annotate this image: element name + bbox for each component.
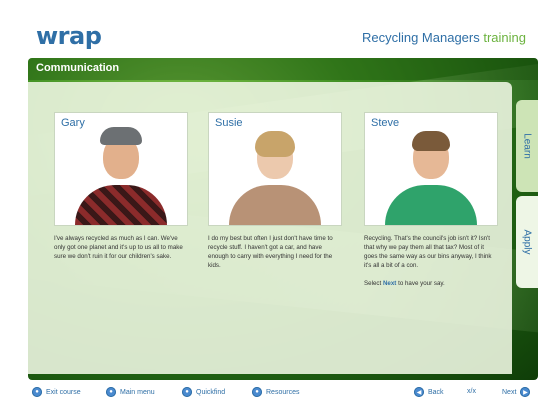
section-header: Communication bbox=[28, 58, 538, 80]
menu-icon: ● bbox=[106, 387, 116, 397]
quickfind-button[interactable]: ● Quickfind bbox=[182, 387, 225, 397]
app-title: Recycling Managers training bbox=[362, 30, 526, 45]
content-area: Gary I've always recycled as much as I c… bbox=[28, 82, 512, 374]
wrap-logo: wrap bbox=[36, 22, 102, 50]
tab-apply[interactable]: Apply bbox=[516, 196, 538, 288]
next-hint: Next bbox=[382, 280, 397, 287]
person-card-steve: Steve Recycling. That's the council's jo… bbox=[364, 112, 498, 288]
next-icon: ▶ bbox=[520, 387, 531, 397]
quickfind-icon: ● bbox=[182, 387, 192, 397]
person-quote: I've always recycled as much as I can. W… bbox=[54, 235, 183, 260]
person-name: Gary bbox=[61, 117, 85, 129]
person-photo: Steve bbox=[364, 112, 498, 226]
person-card-gary: Gary I've always recycled as much as I c… bbox=[54, 112, 188, 261]
person-quote: I do my best but often I just don't have… bbox=[208, 235, 333, 269]
person-photo: Gary bbox=[54, 112, 188, 226]
person-card-susie: Susie I do my best but often I just don'… bbox=[208, 112, 342, 270]
back-button[interactable]: ◀ Back bbox=[414, 387, 444, 397]
person-quote: Recycling. That's the council's job isn'… bbox=[364, 235, 492, 287]
back-icon: ◀ bbox=[414, 387, 424, 397]
app-title-accent: training bbox=[483, 30, 526, 45]
footer-nav: ● Exit course ● Main menu ● Quickfind ● … bbox=[0, 380, 552, 406]
exit-course-button[interactable]: ● Exit course bbox=[32, 387, 81, 397]
app-title-main: Recycling Managers bbox=[361, 30, 480, 45]
person-name: Steve bbox=[371, 117, 400, 129]
stage-panel: Communication Gary I've always recycled … bbox=[28, 58, 538, 380]
tab-learn[interactable]: Learn bbox=[516, 100, 538, 192]
main-menu-button[interactable]: ● Main menu bbox=[106, 387, 155, 397]
resources-icon: ● bbox=[252, 387, 262, 397]
person-photo: Susie bbox=[208, 112, 342, 226]
next-button[interactable]: Next ▶ bbox=[502, 387, 531, 397]
section-title: Communication bbox=[36, 62, 120, 74]
resources-button[interactable]: ● Resources bbox=[252, 387, 299, 397]
person-name: Susie bbox=[215, 117, 243, 129]
exit-icon: ● bbox=[32, 387, 42, 397]
page-counter: x/x bbox=[467, 388, 476, 395]
